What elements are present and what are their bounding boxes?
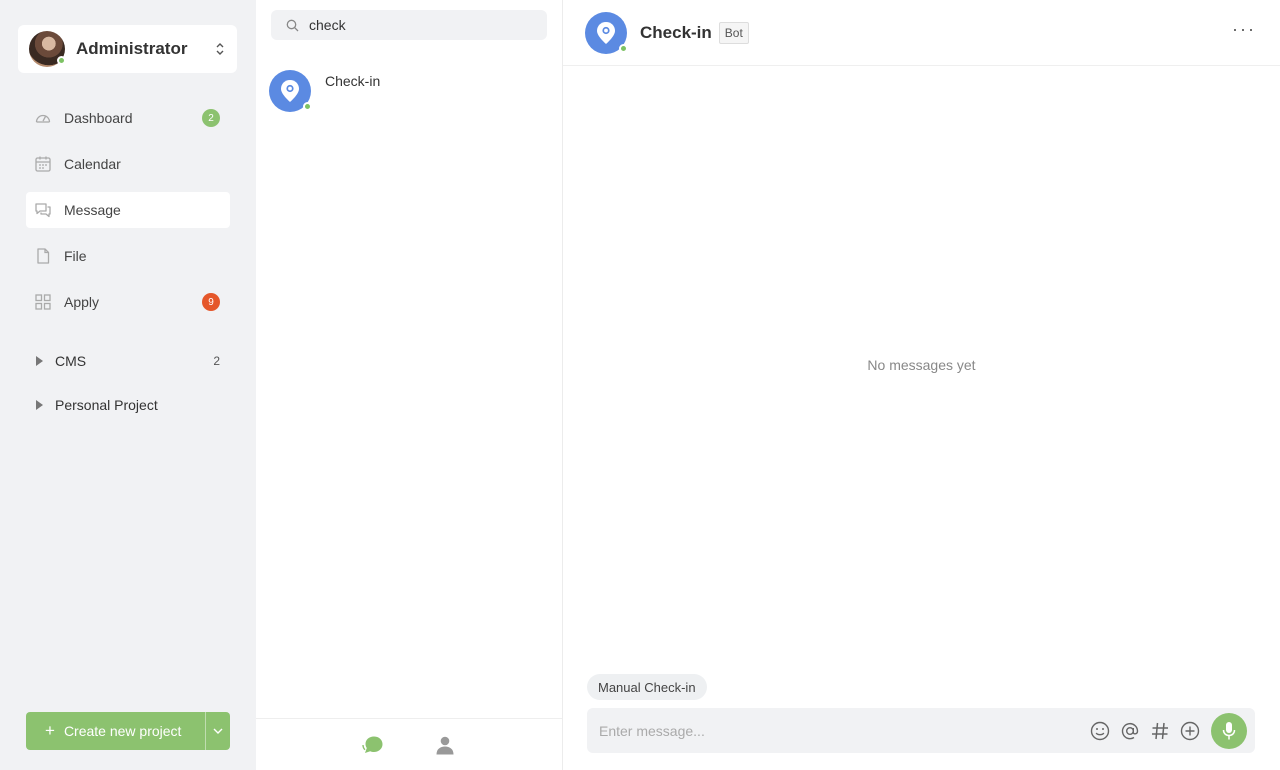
chevron-down-icon bbox=[213, 728, 223, 734]
emoji-icon[interactable] bbox=[1085, 716, 1115, 746]
nav-item-apply[interactable]: Apply 9 bbox=[26, 284, 230, 320]
online-status-dot bbox=[57, 56, 66, 65]
chat-panel: Check-in Bot ··· No messages yet Manual … bbox=[563, 0, 1280, 770]
group-label: Personal Project bbox=[55, 397, 158, 413]
empty-state-text: No messages yet bbox=[867, 357, 976, 373]
expand-triangle-icon bbox=[36, 356, 43, 366]
expand-triangle-icon bbox=[36, 400, 43, 410]
plus-icon: + bbox=[45, 721, 55, 740]
nav-item-file[interactable]: File bbox=[26, 238, 230, 274]
bot-avatar bbox=[269, 70, 312, 112]
notification-badge: 9 bbox=[202, 293, 220, 311]
person-icon bbox=[436, 736, 454, 754]
group-count: 2 bbox=[213, 354, 220, 368]
nav-item-dashboard[interactable]: Dashboard 2 bbox=[26, 100, 230, 136]
conversation-list-panel: Check-in bbox=[256, 0, 563, 770]
nav-label: Dashboard bbox=[64, 110, 133, 126]
project-group-cms[interactable]: CMS 2 bbox=[26, 343, 230, 379]
mention-icon[interactable] bbox=[1115, 716, 1145, 746]
contacts-tab[interactable] bbox=[409, 735, 481, 755]
list-footer-tabs bbox=[256, 718, 562, 770]
main-nav: Dashboard 2 Calendar Message File Apply … bbox=[26, 100, 230, 330]
chats-tab[interactable] bbox=[337, 735, 409, 755]
nav-item-message[interactable]: Message bbox=[26, 192, 230, 228]
message-composer bbox=[587, 708, 1255, 753]
bot-tag: Bot bbox=[718, 21, 749, 44]
chat-header: Check-in Bot ··· bbox=[563, 0, 1280, 66]
create-project-dropdown[interactable] bbox=[206, 712, 230, 750]
file-icon bbox=[34, 247, 52, 265]
add-attachment-icon[interactable] bbox=[1175, 716, 1205, 746]
search-icon bbox=[286, 19, 299, 31]
user-switcher[interactable]: Administrator bbox=[18, 25, 237, 73]
online-status-dot bbox=[619, 43, 628, 53]
online-status-dot bbox=[303, 102, 312, 111]
create-project-button[interactable]: + Create new project bbox=[26, 712, 206, 750]
hashtag-icon[interactable] bbox=[1145, 716, 1175, 746]
message-input[interactable] bbox=[599, 722, 1085, 739]
nav-label: Apply bbox=[64, 294, 100, 310]
nav-item-calendar[interactable]: Calendar bbox=[26, 146, 230, 182]
quick-action-chip[interactable]: Manual Check-in bbox=[587, 674, 707, 700]
apps-grid-icon bbox=[34, 293, 52, 311]
calendar-icon bbox=[34, 155, 52, 173]
chevron-up-down-icon bbox=[209, 41, 231, 57]
message-icon bbox=[34, 201, 52, 219]
group-label: CMS bbox=[55, 353, 87, 369]
location-pin-icon bbox=[597, 21, 615, 44]
sidebar: Administrator Dashboard 2 Calendar Messa… bbox=[0, 0, 256, 770]
notification-badge: 2 bbox=[202, 109, 220, 127]
conversation-name: Check-in bbox=[325, 73, 381, 89]
project-group-personal[interactable]: Personal Project bbox=[26, 387, 230, 423]
project-groups: CMS 2 Personal Project bbox=[26, 343, 230, 431]
bot-avatar[interactable] bbox=[585, 11, 628, 54]
conversation-item[interactable]: Check-in bbox=[269, 70, 549, 114]
chat-bubble-icon bbox=[362, 736, 383, 753]
nav-label: Calendar bbox=[64, 156, 121, 172]
chat-title: Check-in bbox=[640, 22, 712, 42]
nav-label: File bbox=[64, 248, 87, 264]
more-options-icon[interactable]: ··· bbox=[1232, 19, 1256, 40]
avatar bbox=[29, 31, 66, 67]
search-input[interactable] bbox=[309, 17, 529, 33]
user-name: Administrator bbox=[76, 39, 188, 58]
dashboard-icon bbox=[34, 109, 52, 127]
search-box bbox=[271, 10, 547, 40]
nav-label: Message bbox=[64, 202, 121, 218]
create-project-label: Create new project bbox=[63, 723, 182, 739]
voice-record-button[interactable] bbox=[1211, 712, 1247, 749]
microphone-icon bbox=[1222, 721, 1236, 739]
create-project-control: + Create new project bbox=[26, 712, 230, 750]
location-pin-icon bbox=[281, 80, 299, 102]
